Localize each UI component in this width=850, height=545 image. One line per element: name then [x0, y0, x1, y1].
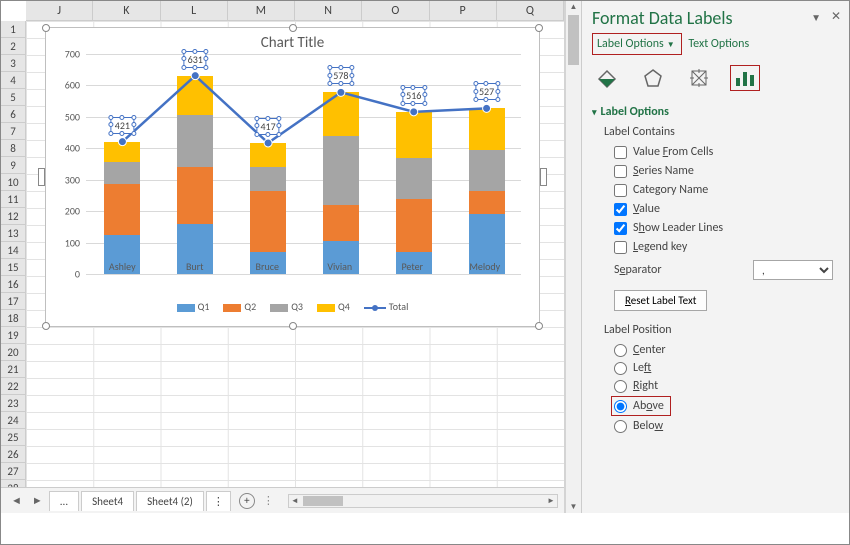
column-headers: J K L M N O P Q	[26, 1, 564, 21]
row-header[interactable]: 4	[1, 72, 26, 89]
radio-below[interactable]: Below	[614, 419, 833, 433]
format-pane: ▼ ✕ Format Data Labels Label Options▼ Te…	[581, 1, 849, 513]
x-axis[interactable]: AshleyBurtBruceVivianPeterMelody	[86, 260, 521, 273]
check-leader-lines[interactable]: Show Leader Lines	[614, 221, 833, 235]
pin-icon[interactable]: ▼	[811, 11, 821, 24]
row-header[interactable]: 13	[1, 225, 26, 242]
row-header[interactable]: 18	[1, 310, 26, 327]
row-header[interactable]: 6	[1, 106, 26, 123]
row-header[interactable]: 10	[1, 174, 26, 191]
label-contains-header: Label Contains	[604, 125, 833, 139]
tab-text-options[interactable]: Text Options	[684, 34, 755, 54]
check-series-name[interactable]: Series Name	[614, 164, 833, 178]
row-header[interactable]: 1	[1, 21, 26, 38]
row-header[interactable]: 14	[1, 242, 26, 259]
check-value-from-cells[interactable]: Value From Cells	[614, 145, 833, 159]
y-axis[interactable]: 0100200300400500600700	[56, 54, 82, 274]
radio-left[interactable]: Left	[614, 361, 833, 375]
embedded-chart[interactable]: Chart Title 0100200300400500600700 42163…	[45, 27, 540, 327]
data-label[interactable]: 527	[475, 83, 498, 100]
data-label[interactable]: 516	[402, 87, 425, 104]
data-label[interactable]: 631	[184, 51, 207, 68]
row-header[interactable]: 12	[1, 208, 26, 225]
sheet-tabs: ◄ ► ... Sheet4 Sheet4 (2) ⋮ + ⋮ ◄►	[1, 487, 564, 513]
col-header[interactable]: Q	[497, 1, 564, 20]
col-header[interactable]: J	[26, 1, 93, 20]
data-label[interactable]: 421	[111, 117, 134, 134]
row-header[interactable]: 21	[1, 361, 26, 378]
radio-above[interactable]: Above	[612, 397, 670, 415]
data-label[interactable]: 578	[329, 67, 352, 84]
tab-label-options[interactable]: Label Options▼	[592, 33, 682, 55]
sheet-tab[interactable]: Sheet4	[81, 491, 134, 511]
close-icon[interactable]: ✕	[831, 9, 841, 24]
row-header[interactable]: 28	[1, 480, 26, 487]
row-header[interactable]: 24	[1, 412, 26, 429]
check-category-name[interactable]: Category Name	[614, 183, 833, 197]
row-header[interactable]: 16	[1, 276, 26, 293]
row-header[interactable]: 5	[1, 89, 26, 106]
row-header[interactable]: 23	[1, 395, 26, 412]
row-header[interactable]: 7	[1, 123, 26, 140]
vertical-scrollbar[interactable]: ▲▼	[565, 1, 581, 513]
plot-area[interactable]: 0100200300400500600700 42163141757851652…	[86, 54, 521, 274]
reset-label-text-button[interactable]: Reset Label Text	[614, 290, 707, 311]
row-header[interactable]: 19	[1, 327, 26, 344]
row-header[interactable]: 15	[1, 259, 26, 276]
row-headers: 1234567891011121314151617181920212223242…	[1, 21, 26, 487]
row-header[interactable]: 27	[1, 463, 26, 480]
row-header[interactable]: 20	[1, 344, 26, 361]
effects-icon[interactable]	[638, 65, 668, 91]
row-header[interactable]: 22	[1, 378, 26, 395]
row-header[interactable]: 8	[1, 140, 26, 157]
col-header[interactable]: K	[93, 1, 160, 20]
tab-nav-prev[interactable]: ◄	[7, 494, 26, 507]
tab-nav-next[interactable]: ►	[28, 494, 47, 507]
row-header[interactable]: 9	[1, 157, 26, 174]
pane-title: Format Data Labels	[592, 7, 839, 29]
separator-select[interactable]: ,	[753, 260, 833, 280]
add-sheet-button[interactable]: +	[239, 493, 255, 509]
sheet-tab[interactable]: Sheet4 (2)	[136, 491, 204, 511]
total-line-series[interactable]	[86, 54, 521, 274]
col-header[interactable]: M	[228, 1, 295, 20]
sheet-tab[interactable]: ⋮	[206, 491, 231, 511]
row-header[interactable]: 26	[1, 446, 26, 463]
check-legend-key[interactable]: Legend key	[614, 240, 833, 254]
size-properties-icon[interactable]	[684, 65, 714, 91]
radio-center[interactable]: Center	[614, 343, 833, 357]
sheet-tab[interactable]: ...	[49, 491, 79, 511]
col-header[interactable]: L	[161, 1, 228, 20]
worksheet-area: J K L M N O P Q 123456789101112131415161…	[1, 1, 565, 513]
col-header[interactable]: N	[295, 1, 362, 20]
row-header[interactable]: 3	[1, 55, 26, 72]
label-position-header: Label Position	[604, 323, 833, 337]
row-header[interactable]: 17	[1, 293, 26, 310]
radio-right[interactable]: Right	[614, 379, 833, 393]
row-header[interactable]: 11	[1, 191, 26, 208]
row-header[interactable]: 2	[1, 38, 26, 55]
check-value[interactable]: Value	[614, 202, 833, 216]
col-header[interactable]: O	[362, 1, 429, 20]
row-header[interactable]: 25	[1, 429, 26, 446]
label-options-icon[interactable]	[730, 65, 760, 91]
chart-legend[interactable]: Q1 Q2 Q3 Q4 Total	[46, 300, 539, 313]
section-label-options[interactable]: Label Options	[592, 105, 833, 119]
separator-label: Separator	[614, 263, 662, 277]
horizontal-scrollbar[interactable]: ◄►	[288, 494, 558, 508]
data-label[interactable]: 417	[256, 118, 279, 135]
col-header[interactable]: P	[430, 1, 497, 20]
fill-line-icon[interactable]	[592, 65, 622, 91]
